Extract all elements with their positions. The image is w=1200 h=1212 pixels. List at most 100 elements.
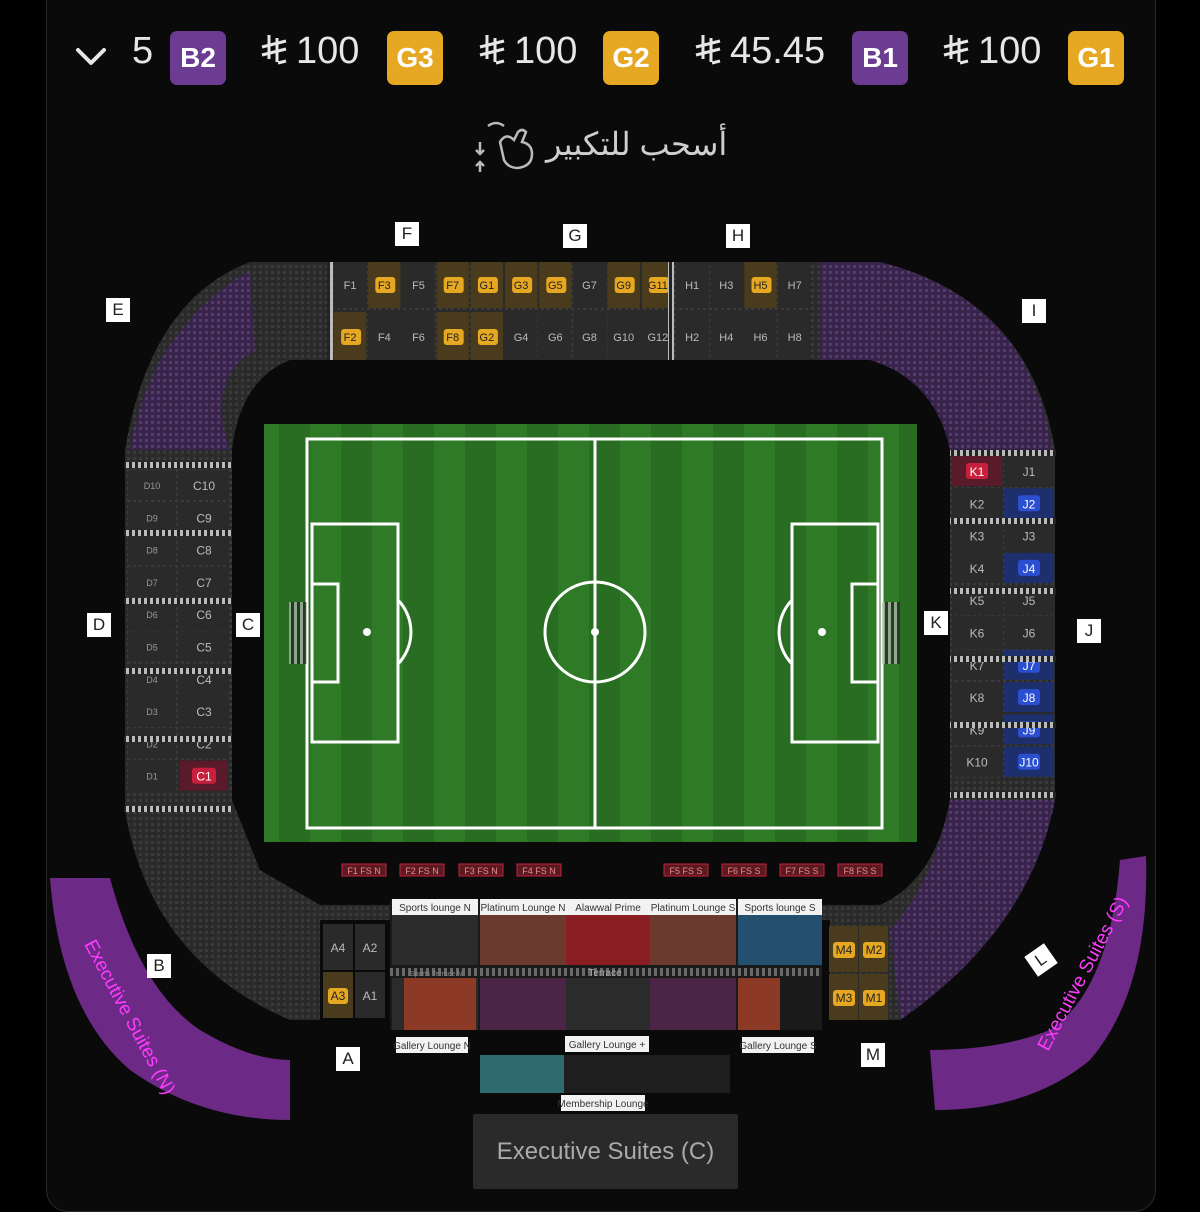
section-label: K2: [970, 497, 985, 511]
section-label: H8: [788, 332, 802, 344]
executive-suites-center[interactable]: Executive Suites (C): [473, 1114, 738, 1189]
field-seat-label: F3 FS N: [464, 866, 498, 876]
goal-east: [882, 602, 900, 664]
section-label: K8: [970, 691, 985, 705]
stand-label-j: J: [1077, 619, 1101, 643]
field-seat-label: F5 FS S: [669, 866, 702, 876]
stand-label-a: A: [336, 1047, 360, 1071]
section-label: H2: [685, 332, 699, 344]
section-label: J8: [1023, 691, 1036, 705]
section-label: D10: [144, 481, 161, 491]
section-label: M3: [836, 991, 853, 1005]
section-label: D7: [146, 578, 158, 588]
section-label: F5: [412, 280, 425, 292]
section-label: J2: [1023, 497, 1036, 511]
section-label: H1: [685, 280, 699, 292]
stand-label-g: G: [563, 224, 587, 248]
section-label: D9: [146, 513, 158, 523]
stand-label-d: D: [87, 613, 111, 637]
section-label: D1: [146, 772, 158, 782]
section-label: C6: [196, 608, 212, 622]
section-label: G9: [616, 280, 631, 292]
field-seat-label: F8 FS S: [843, 866, 876, 876]
south-lounges[interactable]: [390, 900, 822, 1093]
section-label: K4: [970, 562, 985, 576]
label-sports-lounge-s: Sports lounge S: [744, 903, 815, 914]
section-label: H7: [788, 280, 802, 292]
stand-label-e: E: [106, 298, 130, 322]
section-label: D8: [146, 546, 158, 556]
section-label: G8: [582, 332, 597, 344]
label-membership-lounge: Membership Lounge: [557, 1099, 649, 1110]
label-gallery-lounge-plus: Gallery Lounge +: [569, 1040, 646, 1051]
stand-label-b: B: [147, 954, 171, 978]
label-gallery-lounge-s: Gallery Lounge S: [739, 1041, 817, 1052]
goal-west: [289, 602, 307, 664]
section-label: F7: [446, 280, 459, 292]
section-label: C1: [196, 770, 212, 784]
section-label: G10: [613, 332, 634, 344]
section-label: F4: [378, 332, 391, 344]
section-label: C5: [196, 641, 212, 655]
section-label: C3: [196, 705, 212, 719]
label-platinum-lounge-n: Platinum Lounge N: [480, 903, 565, 914]
section-label: G6: [548, 332, 563, 344]
section-label: J10: [1019, 756, 1039, 770]
section-label: G2: [480, 332, 495, 344]
section-label: G12: [648, 332, 669, 344]
section-label: K3: [970, 530, 985, 544]
section-label: G7: [582, 280, 597, 292]
section-label: C9: [196, 511, 212, 525]
section-label: F2: [344, 332, 357, 344]
section-label: K1: [970, 465, 985, 479]
section-label: G11: [648, 280, 668, 292]
section-label: M2: [866, 943, 883, 957]
section-label: A4: [331, 941, 346, 955]
section-label: H6: [753, 332, 767, 344]
section-label: F1: [344, 280, 357, 292]
stand-label-k: K: [924, 611, 948, 635]
field-seat-label: F7 FS S: [785, 866, 818, 876]
field-seat-label: F2 FS N: [405, 866, 439, 876]
section-label: H4: [719, 332, 733, 344]
section-label: M4: [836, 943, 853, 957]
stand-label-m: M: [861, 1043, 885, 1067]
section-label: C7: [196, 576, 212, 590]
section-label: K10: [966, 756, 988, 770]
section-label: C8: [196, 544, 212, 558]
section-label: A2: [363, 941, 378, 955]
stand-label-i: I: [1022, 299, 1046, 323]
section-label: D4: [146, 675, 158, 685]
label-terrace: Terrace: [588, 968, 622, 979]
section-label: D6: [146, 610, 158, 620]
section-label: F8: [446, 332, 459, 344]
section-label: G1: [480, 280, 495, 292]
stand-label-c: C: [236, 613, 260, 637]
section-label: F3: [378, 280, 391, 292]
stadium-map[interactable]: F1 F3 F5 F7 G1 G3 G5 G7 G9 G11 H1 H3 H5 H7 F2 F4 F6 F8 G2 G…: [0, 0, 1200, 1184]
label-gallery-lounge-n: Gallery Lounge N: [393, 1041, 471, 1052]
section-label: G3: [514, 280, 529, 292]
section-label: J6: [1023, 627, 1036, 641]
section-label: J1: [1023, 465, 1036, 479]
section-label: D3: [146, 707, 158, 717]
section-label: K6: [970, 627, 985, 641]
section-label: D5: [146, 643, 158, 653]
label-platinum-lounge-s: Platinum Lounge S: [651, 903, 736, 914]
field-seat-label: F4 FS N: [522, 866, 556, 876]
section-label: A3: [331, 989, 346, 1003]
section-label: J5: [1023, 594, 1036, 608]
section-label: J3: [1023, 530, 1036, 544]
field-seat-label: F6 FS S: [727, 866, 760, 876]
section-label: F6: [412, 332, 425, 344]
stand-label-f: F: [395, 222, 419, 246]
section-label: M1: [866, 991, 883, 1005]
section-label: A1: [363, 989, 378, 1003]
section-label: G5: [548, 280, 563, 292]
section-label: C10: [193, 479, 215, 493]
section-label: G4: [514, 332, 529, 344]
stand-label-h: H: [726, 224, 750, 248]
label-sports-terrace-n: Sports Terrace N: [410, 971, 462, 978]
section-label: H5: [753, 280, 767, 292]
section-label: H3: [719, 280, 733, 292]
